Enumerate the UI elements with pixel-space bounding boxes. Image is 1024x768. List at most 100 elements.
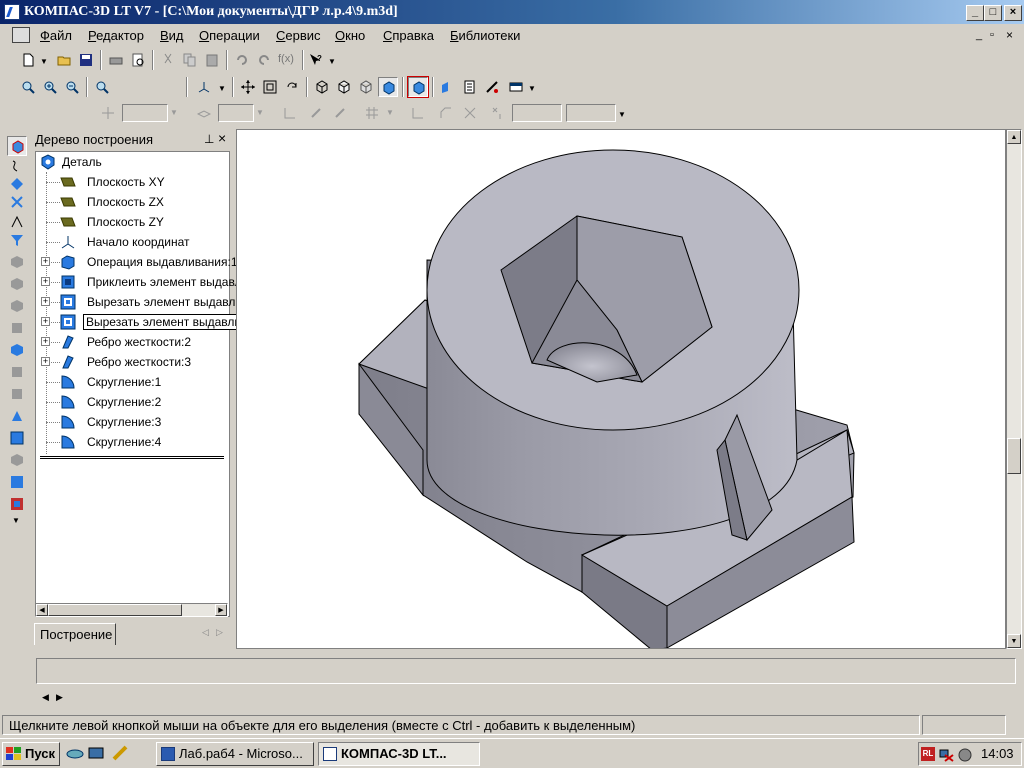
quicklaunch-ie-icon[interactable] bbox=[66, 745, 84, 761]
scroll-up-button[interactable]: ▲ bbox=[1007, 130, 1021, 144]
ortho-icon[interactable] bbox=[280, 103, 300, 123]
orientation-dropdown-arrow[interactable]: ▼ bbox=[218, 84, 226, 93]
shaded-icon[interactable] bbox=[378, 77, 398, 97]
disabled-combo-1[interactable] bbox=[122, 104, 168, 122]
cut-button[interactable] bbox=[158, 50, 178, 70]
tab-scroll-right[interactable]: ▷ bbox=[216, 627, 223, 638]
print-button[interactable] bbox=[106, 50, 126, 70]
mirror-op-icon[interactable] bbox=[7, 450, 27, 470]
shell-op-icon[interactable] bbox=[7, 384, 27, 404]
create-features-icon[interactable] bbox=[7, 174, 27, 194]
layer-icon[interactable] bbox=[194, 103, 214, 123]
hidden-lines-icon[interactable] bbox=[334, 77, 354, 97]
cut-op-icon[interactable] bbox=[7, 340, 27, 360]
expand-icon[interactable]: + bbox=[41, 357, 50, 366]
tab-build[interactable]: Построение bbox=[34, 623, 116, 645]
language-indicator[interactable]: RL bbox=[921, 747, 935, 761]
local-cs-icon[interactable] bbox=[408, 103, 428, 123]
clock[interactable]: 14:03 bbox=[981, 746, 1014, 761]
grid-dropdown-arrow[interactable]: ▼ bbox=[386, 108, 394, 117]
model-viewport[interactable] bbox=[236, 129, 1006, 649]
minimize-button[interactable]: _ bbox=[966, 5, 984, 21]
title-bar[interactable]: КОМПАС-3D LT V7 - [C:\Мои документы\ДГР … bbox=[0, 0, 1024, 24]
start-button[interactable]: Пуск bbox=[2, 742, 60, 766]
taskbar-task-button[interactable]: Лаб.раб4 - Microso... bbox=[156, 742, 314, 766]
array-op-icon[interactable] bbox=[7, 428, 27, 448]
scroll-down-button[interactable]: ▼ bbox=[1007, 634, 1021, 648]
extrude-op-icon[interactable] bbox=[7, 252, 27, 272]
measure-tools-icon[interactable] bbox=[7, 212, 27, 232]
properties-icon[interactable] bbox=[460, 77, 480, 97]
zoom-out-icon[interactable] bbox=[62, 77, 82, 97]
expand-icon[interactable]: + bbox=[41, 277, 50, 286]
props-scroll-right[interactable]: ▶ bbox=[56, 692, 63, 703]
kinematic-op-icon[interactable] bbox=[7, 296, 27, 316]
kompas-app-icon[interactable] bbox=[4, 4, 20, 20]
print-preview-button[interactable] bbox=[128, 50, 148, 70]
expand-icon[interactable]: + bbox=[41, 257, 50, 266]
doc-minimize-button[interactable]: _ bbox=[976, 29, 982, 41]
network-icon[interactable] bbox=[939, 747, 955, 763]
viewport-vertical-scrollbar[interactable]: ▲ ▼ bbox=[1006, 129, 1022, 649]
rib-op-icon[interactable] bbox=[7, 406, 27, 426]
tree-horizontal-scrollbar[interactable]: ◀ ▶ bbox=[35, 603, 228, 617]
tree-view[interactable]: Деталь Плоскость XY Плоскость ZX Плоскость … bbox=[35, 151, 287, 617]
wireframe-icon[interactable] bbox=[312, 77, 332, 97]
undo-button[interactable] bbox=[232, 50, 252, 70]
point-snap-icon[interactable] bbox=[98, 103, 118, 123]
help-dropdown-arrow[interactable]: ▼ bbox=[328, 57, 336, 66]
snap-icon[interactable] bbox=[306, 103, 326, 123]
thin-hidden-lines-icon[interactable] bbox=[356, 77, 376, 97]
grid-icon[interactable] bbox=[362, 103, 382, 123]
round-icon[interactable] bbox=[436, 103, 456, 123]
open-button[interactable] bbox=[54, 50, 74, 70]
menu-item-2[interactable]: Вид bbox=[160, 28, 184, 43]
close-button[interactable]: × bbox=[1004, 5, 1022, 21]
save-button[interactable] bbox=[76, 50, 96, 70]
doc-close-button[interactable]: × bbox=[1006, 28, 1013, 42]
magnet-icon[interactable] bbox=[330, 103, 350, 123]
measure-icon[interactable] bbox=[482, 77, 502, 97]
constraint-icon[interactable] bbox=[460, 103, 480, 123]
document-system-icon[interactable] bbox=[12, 27, 30, 43]
quicklaunch-desktop-icon[interactable] bbox=[88, 745, 106, 761]
menu-item-7[interactable]: Библиотеки bbox=[450, 28, 520, 43]
expand-icon[interactable]: + bbox=[41, 317, 50, 326]
context-help-button[interactable]: ? bbox=[306, 50, 326, 70]
panel-dropdown-arrow[interactable]: ▼ bbox=[528, 84, 536, 93]
doc-restore-button[interactable]: ▫ bbox=[990, 29, 994, 41]
coordinates-icon[interactable] bbox=[488, 103, 508, 123]
disabled-combo-2[interactable] bbox=[218, 104, 254, 122]
rotate-icon[interactable] bbox=[282, 77, 302, 97]
coord-dropdown-arrow[interactable]: ▼ bbox=[618, 110, 626, 119]
colors-op-icon[interactable] bbox=[7, 494, 27, 514]
menu-item-6[interactable]: Справка bbox=[383, 28, 434, 43]
new-document-button[interactable] bbox=[18, 50, 38, 70]
menu-item-5[interactable]: Окно bbox=[335, 28, 365, 43]
loft-op-icon[interactable] bbox=[7, 318, 27, 338]
maximize-button[interactable]: □ bbox=[984, 5, 1002, 21]
coord-x-field[interactable] bbox=[512, 104, 562, 122]
redo-button[interactable] bbox=[254, 50, 274, 70]
more-tools-arrow[interactable]: ▼ bbox=[12, 516, 20, 525]
properties-field[interactable] bbox=[36, 658, 1016, 684]
perspective-icon[interactable] bbox=[407, 76, 429, 98]
tools-icon[interactable] bbox=[7, 192, 27, 212]
tree-close-button[interactable]: × bbox=[218, 130, 226, 146]
menu-item-3[interactable]: Операции bbox=[199, 28, 260, 43]
vertical-scroll-thumb[interactable] bbox=[1007, 438, 1021, 474]
quicklaunch-tool-icon[interactable] bbox=[112, 745, 130, 761]
geometry-icon[interactable] bbox=[7, 156, 27, 176]
edit-part-icon[interactable] bbox=[7, 136, 27, 156]
zoom-window-icon[interactable] bbox=[18, 77, 38, 97]
3d-part-model[interactable] bbox=[237, 130, 1005, 648]
horizontal-scroll-thumb[interactable] bbox=[48, 604, 182, 616]
taskbar-task-button[interactable]: КОМПАС-3D LT... bbox=[318, 742, 480, 766]
expand-icon[interactable]: + bbox=[41, 297, 50, 306]
menu-item-0[interactable]: Файл bbox=[40, 28, 72, 43]
pin-icon[interactable]: ⊥ bbox=[204, 132, 214, 146]
menu-item-4[interactable]: Сервис bbox=[276, 28, 321, 43]
copy-button[interactable] bbox=[180, 50, 200, 70]
show-all-icon[interactable] bbox=[260, 77, 280, 97]
zoom-scale-icon[interactable] bbox=[92, 77, 112, 97]
